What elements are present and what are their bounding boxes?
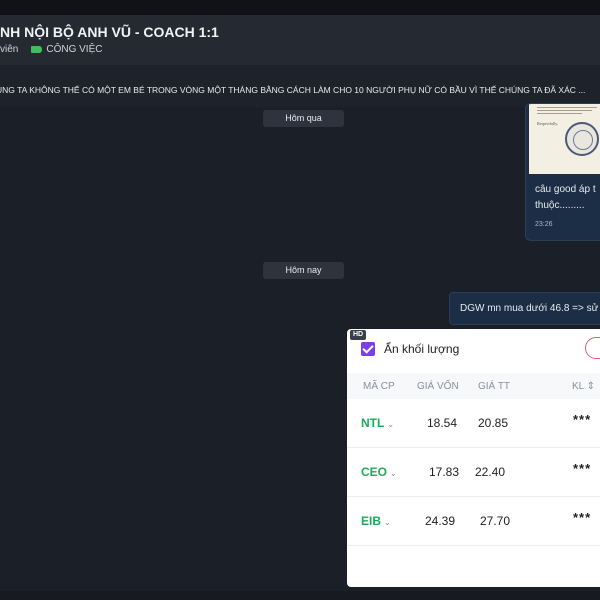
table-row[interactable]: CEO ⌄ 17.83 22.40 ***	[347, 448, 600, 497]
col-volume[interactable]: KL ⇕	[572, 381, 595, 392]
portfolio-image[interactable]: Ẩn khối lượng MÃ CP GIÁ VỐN GIÁ TT KL ⇕ …	[347, 329, 600, 587]
chevron-down-icon: ⌄	[384, 518, 391, 527]
cost-value: 24.39	[425, 514, 456, 528]
price-value: 27.70	[480, 514, 511, 528]
ticker-code[interactable]: CEO ⌄	[361, 465, 397, 479]
price-value: 20.85	[478, 416, 509, 430]
pinned-message-bar[interactable]: ÚNG TA KHÔNG THỂ CÓ MỘT EM BÉ TRONG VÒNG…	[0, 65, 600, 107]
document-signoff: Respectfully,	[537, 121, 558, 126]
text-message[interactable]: DGW mn mua dưới 46.8 => sử	[449, 292, 600, 325]
price-value: 22.40	[475, 465, 506, 479]
document-image[interactable]: Respectfully,	[529, 104, 600, 174]
caption-line-1: câu good áp t	[535, 184, 596, 195]
col-ticker[interactable]: MÃ CP	[363, 381, 395, 392]
chevron-down-icon: ⌄	[390, 469, 397, 478]
table-row[interactable]: NTL ⌄ 18.54 20.85 ***	[347, 399, 600, 448]
ticker-code[interactable]: EIB ⌄	[361, 514, 391, 528]
chat-meta: viên CÔNG VIỆC	[0, 44, 102, 55]
col-cost[interactable]: GIÁ VỐN	[417, 381, 459, 392]
volume-value: ***	[573, 412, 592, 427]
top-strip	[0, 0, 600, 15]
bottom-bar	[0, 591, 600, 600]
table-row[interactable]: EIB ⌄ 24.39 27.70 ***	[347, 497, 600, 546]
date-divider-today: Hôm nay	[263, 262, 344, 279]
cost-value: 17.83	[429, 465, 460, 479]
seal-icon	[565, 122, 599, 156]
text-message-content: DGW mn mua dưới 46.8 => sử	[460, 303, 599, 314]
ticker-code[interactable]: NTL ⌄	[361, 416, 394, 430]
volume-value: ***	[573, 461, 592, 476]
chat-header: NH NỘI BỘ ANH VŨ - COACH 1:1 viên CÔNG V…	[0, 15, 600, 65]
cost-value: 18.54	[427, 416, 458, 430]
caption-line-2: thuộc.........	[535, 200, 585, 211]
image-message[interactable]: Respectfully, câu good áp t thuộc.......…	[525, 103, 600, 241]
message-time: 23:26	[535, 221, 553, 228]
member-count[interactable]: viên	[0, 44, 18, 55]
col-price[interactable]: GIÁ TT	[478, 381, 510, 392]
tag-icon	[31, 46, 43, 53]
chat-tag[interactable]: CÔNG VIỆC	[46, 44, 102, 55]
toggle-switch[interactable]	[585, 337, 600, 359]
date-divider-yesterday: Hôm qua	[263, 110, 344, 127]
volume-value: ***	[573, 510, 592, 525]
chevron-down-icon: ⌄	[387, 420, 395, 429]
image-caption: câu good áp t thuộc.........	[535, 182, 596, 214]
pinned-message-text: ÚNG TA KHÔNG THỂ CÓ MỘT EM BÉ TRONG VÒNG…	[0, 85, 586, 95]
hide-volume-label[interactable]: Ẩn khối lượng	[384, 342, 459, 356]
table-header: MÃ CP GIÁ VỐN GIÁ TT KL ⇕	[347, 373, 600, 399]
hd-badge: HD	[350, 330, 366, 340]
hide-volume-checkbox[interactable]	[361, 342, 375, 356]
chat-title[interactable]: NH NỘI BỘ ANH VŨ - COACH 1:1	[0, 24, 219, 40]
